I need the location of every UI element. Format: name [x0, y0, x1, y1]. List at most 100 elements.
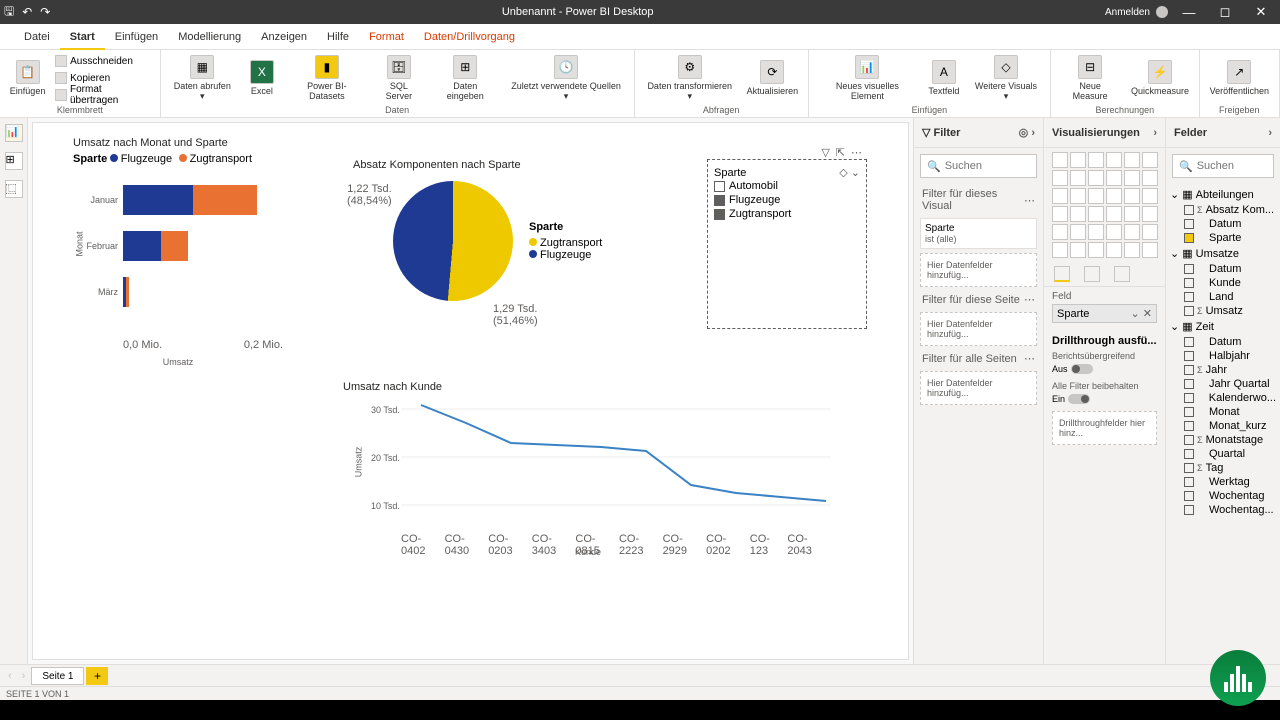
viz-type-button[interactable] [1106, 206, 1122, 222]
new-visual-button[interactable]: 📊Neues visuelles Element [815, 52, 920, 104]
viz-type-button[interactable] [1106, 152, 1122, 168]
maximize-button[interactable]: ◻ [1210, 4, 1240, 20]
fields-tab[interactable] [1054, 266, 1070, 282]
more-icon[interactable]: ⋯ [851, 146, 862, 159]
collapse-icon[interactable]: › [1153, 127, 1157, 139]
field-item[interactable]: Kalenderwo... [1170, 391, 1276, 405]
field-item[interactable]: Monat [1170, 405, 1276, 419]
page-prev[interactable]: ‹ [4, 670, 16, 682]
undo-icon[interactable]: ↶ [22, 5, 32, 19]
excel-button[interactable]: XExcel [242, 52, 282, 104]
checkbox-icon[interactable] [1184, 491, 1194, 501]
field-item[interactable]: ΣUmsatz [1170, 304, 1276, 318]
eraser-icon[interactable]: ◇ [839, 167, 847, 179]
format-painter-button[interactable]: Format übertragen [53, 87, 154, 103]
cut-button[interactable]: Ausschneiden [53, 53, 154, 69]
more-icon[interactable]: ⋯ [1024, 194, 1035, 207]
fields-search-input[interactable] [1197, 160, 1280, 172]
analytics-tab[interactable] [1114, 266, 1130, 282]
pbi-datasets-button[interactable]: ▮Power BI-Datasets [286, 52, 368, 104]
checkbox-icon[interactable] [1184, 233, 1194, 243]
field-table[interactable]: ⌄▦Abteilungen [1170, 186, 1276, 203]
minimize-button[interactable]: — [1174, 5, 1204, 20]
tab-insert[interactable]: Einfügen [105, 24, 168, 50]
new-measure-button[interactable]: ⊟Neue Measure [1057, 52, 1123, 104]
viz-type-button[interactable] [1124, 224, 1140, 240]
viz-type-button[interactable] [1052, 170, 1068, 186]
viz-type-button[interactable] [1142, 188, 1158, 204]
viz-type-button[interactable] [1070, 224, 1086, 240]
viz-type-button[interactable] [1052, 188, 1068, 204]
slicer-item[interactable]: Flugzeuge [714, 193, 860, 207]
viz-type-button[interactable] [1070, 242, 1086, 258]
format-tab[interactable] [1084, 266, 1100, 282]
checkbox-icon[interactable] [1184, 205, 1194, 215]
field-item[interactable]: ΣAbsatz Kom... [1170, 203, 1276, 217]
field-item[interactable]: ΣMonatstage [1170, 433, 1276, 447]
data-view-button[interactable]: ⊞ [5, 152, 23, 170]
tab-format[interactable]: Format [359, 24, 414, 50]
viz-type-button[interactable] [1052, 224, 1068, 240]
transform-data-button[interactable]: ⚙Daten transformieren ▾ [641, 52, 739, 104]
viz-type-button[interactable] [1088, 206, 1104, 222]
checkbox-icon[interactable] [1184, 219, 1194, 229]
more-icon[interactable]: ⋯ [1024, 352, 1035, 365]
field-item[interactable]: Wochentag [1170, 489, 1276, 503]
filter-search[interactable]: 🔍 [920, 154, 1037, 178]
pie-chart-visual[interactable]: Absatz Komponenten nach Sparte 1,22 Tsd.… [353, 159, 683, 359]
line-chart-visual[interactable]: Umsatz nach Kunde Umsatz 30 Tsd. 20 Tsd.… [343, 381, 833, 591]
field-item[interactable]: Datum [1170, 217, 1276, 231]
publish-button[interactable]: ↗Veröffentlichen [1206, 52, 1273, 104]
checkbox-icon[interactable] [1184, 393, 1194, 403]
viz-type-button[interactable] [1052, 242, 1068, 258]
textbox-button[interactable]: ATextfeld [924, 52, 964, 104]
focus-icon[interactable]: ⇱ [836, 146, 845, 159]
chevron-down-icon[interactable]: ⌄ [851, 167, 860, 179]
report-view-button[interactable]: 📊 [5, 124, 23, 142]
quick-measure-button[interactable]: ⚡Quickmeasure [1127, 52, 1192, 104]
viz-type-button[interactable] [1052, 152, 1068, 168]
recent-sources-button[interactable]: 🕓Zuletzt verwendete Quellen ▾ [505, 52, 628, 104]
viz-type-button[interactable] [1142, 242, 1158, 258]
more-icon[interactable]: ⋯ [1024, 293, 1035, 306]
checkbox-icon[interactable] [1184, 365, 1194, 375]
checkbox-icon[interactable] [1184, 337, 1194, 347]
checkbox-icon[interactable] [714, 209, 725, 220]
checkbox-icon[interactable] [1184, 351, 1194, 361]
field-item[interactable]: Jahr Quartal [1170, 377, 1276, 391]
checkbox-icon[interactable] [1184, 463, 1194, 473]
keep-filters-toggle[interactable] [1068, 394, 1090, 404]
filter-drop-all[interactable]: Hier Datenfelder hinzufüg... [920, 371, 1037, 405]
filter-drop-visual[interactable]: Hier Datenfelder hinzufüg... [920, 253, 1037, 287]
close-button[interactable]: ✕ [1246, 4, 1276, 20]
viz-type-button[interactable] [1088, 188, 1104, 204]
checkbox-icon[interactable] [1184, 278, 1194, 288]
bar-chart-visual[interactable]: Umsatz nach Monat und Sparte Sparte Flug… [73, 137, 333, 397]
checkbox-icon[interactable] [1184, 407, 1194, 417]
field-item[interactable]: ΣTag [1170, 461, 1276, 475]
model-view-button[interactable]: ⿺ [5, 180, 23, 198]
page-next[interactable]: › [18, 670, 30, 682]
viz-type-button[interactable] [1124, 242, 1140, 258]
viz-type-button[interactable] [1124, 170, 1140, 186]
field-item[interactable]: Werktag [1170, 475, 1276, 489]
field-table[interactable]: ⌄▦Zeit [1170, 318, 1276, 335]
viz-type-button[interactable] [1106, 242, 1122, 258]
viz-type-button[interactable] [1142, 170, 1158, 186]
checkbox-icon[interactable] [714, 181, 725, 192]
add-page-button[interactable]: + [86, 667, 108, 685]
checkbox-icon[interactable] [1184, 292, 1194, 302]
tab-help[interactable]: Hilfe [317, 24, 359, 50]
more-visuals-button[interactable]: ◇Weitere Visuals ▾ [968, 52, 1044, 104]
field-item[interactable]: Datum [1170, 262, 1276, 276]
field-item[interactable]: ΣJahr [1170, 363, 1276, 377]
slicer-visual[interactable]: ▽ ⇱ ⋯ Sparte ◇ ⌄ Automobil Flugzeuge Zug… [707, 159, 867, 329]
enter-data-button[interactable]: ⊞Daten eingeben [430, 52, 501, 104]
eye-icon[interactable]: ◎ [1019, 127, 1029, 139]
field-item[interactable]: Monat_kurz [1170, 419, 1276, 433]
field-item[interactable]: Wochentag... [1170, 503, 1276, 517]
field-table[interactable]: ⌄▦Umsatze [1170, 245, 1276, 262]
field-item[interactable]: Halbjahr [1170, 349, 1276, 363]
viz-type-button[interactable] [1070, 206, 1086, 222]
field-item[interactable]: Kunde [1170, 276, 1276, 290]
